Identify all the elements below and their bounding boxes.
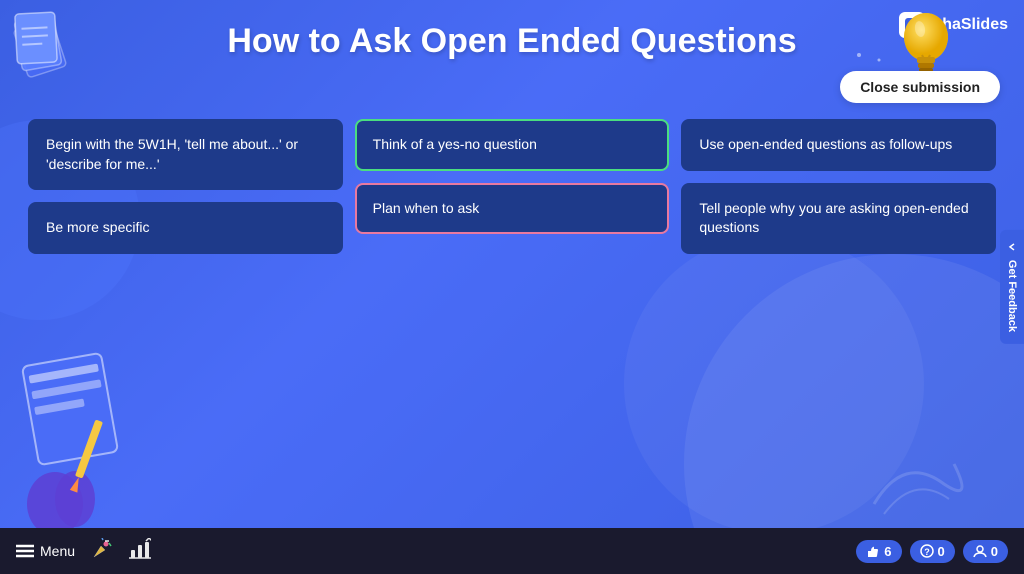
answer-card-2-1: Think of a yes-no question xyxy=(355,119,670,171)
answer-card-1-1: Begin with the 5W1H, 'tell me about...' … xyxy=(28,119,343,190)
page-title: How to Ask Open Ended Questions xyxy=(227,22,796,61)
menu-label: Menu xyxy=(40,543,75,559)
question-icon: ? xyxy=(920,544,934,558)
card-col-1: Begin with the 5W1H, 'tell me about...' … xyxy=(28,119,343,254)
menu-button[interactable]: Menu xyxy=(16,543,75,559)
feedback-tab[interactable]: Get Feedback xyxy=(1000,230,1024,344)
footer-left: Menu xyxy=(16,538,151,565)
answer-card-2-2: Plan when to ask xyxy=(355,183,670,235)
question-count: 0 xyxy=(938,544,945,559)
chart-icon xyxy=(129,538,151,560)
thumbs-up-icon xyxy=(866,544,880,558)
content-area: Close submission Begin with the 5W1H, 't… xyxy=(0,71,1024,528)
card-col-3: Use open-ended questions as follow-ups T… xyxy=(681,119,996,254)
user-count: 0 xyxy=(991,544,998,559)
chart-button[interactable] xyxy=(129,538,151,565)
close-submission-button[interactable]: Close submission xyxy=(840,71,1000,103)
card-col-2: Think of a yes-no question Plan when to … xyxy=(355,119,670,254)
footer-right: 6 ? 0 0 xyxy=(856,540,1008,563)
footer: Menu xyxy=(0,528,1024,574)
question-stat: ? 0 xyxy=(910,540,955,563)
celebration-button[interactable] xyxy=(91,538,113,565)
user-stat: 0 xyxy=(963,540,1008,563)
answer-card-1-2: Be more specific xyxy=(28,202,343,254)
thumbs-up-stat: 6 xyxy=(856,540,901,563)
header: A AhaSlides xyxy=(0,0,1024,71)
celebration-icon xyxy=(91,538,113,560)
svg-text:?: ? xyxy=(924,547,930,557)
chevron-left-icon xyxy=(1007,242,1017,252)
feedback-label: Get Feedback xyxy=(1006,260,1018,332)
menu-icon xyxy=(16,544,34,558)
user-icon xyxy=(973,544,987,558)
answer-card-3-1: Use open-ended questions as follow-ups xyxy=(681,119,996,171)
answer-card-3-2: Tell people why you are asking open-ende… xyxy=(681,183,996,254)
thumbs-up-count: 6 xyxy=(884,544,891,559)
cards-grid: Begin with the 5W1H, 'tell me about...' … xyxy=(24,119,1000,254)
